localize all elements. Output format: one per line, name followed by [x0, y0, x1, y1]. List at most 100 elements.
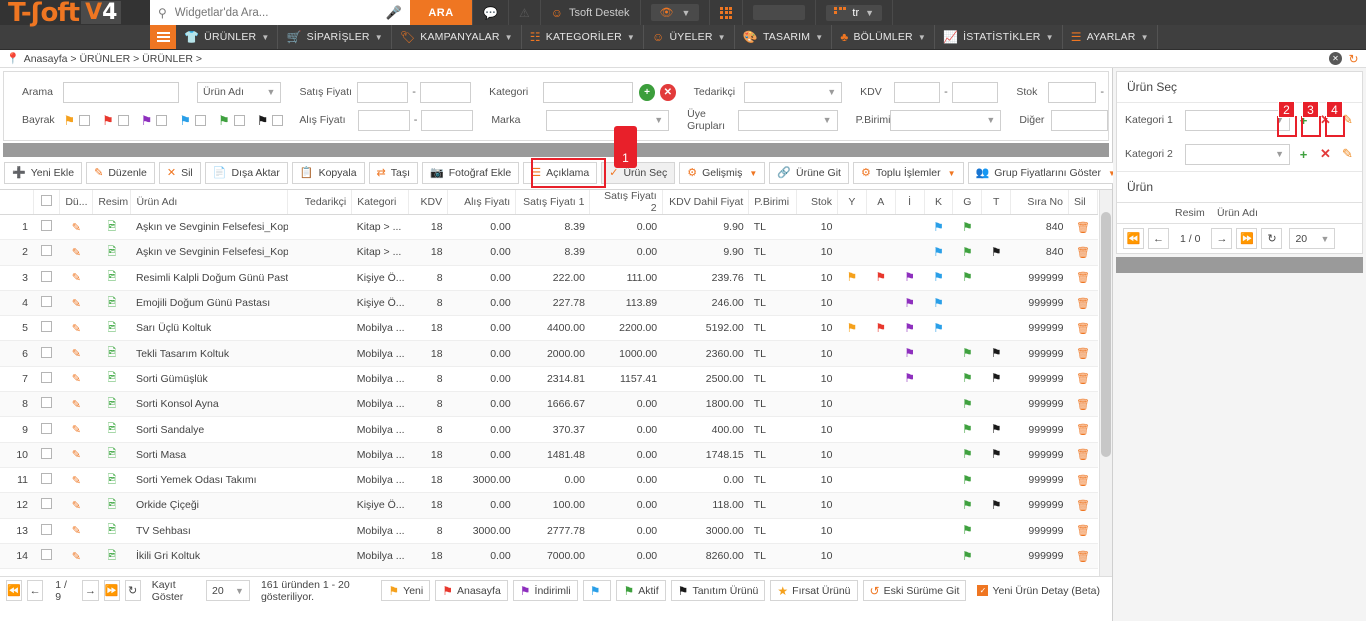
- cell-flag-k[interactable]: [924, 442, 953, 468]
- cell-flag-i[interactable]: ⚑: [895, 290, 925, 317]
- checkbox[interactable]: [40, 245, 52, 257]
- cell-flag-a[interactable]: [866, 366, 896, 393]
- prev-page-button[interactable]: ←: [27, 580, 44, 601]
- cell-flag-y[interactable]: [837, 518, 867, 544]
- cell-flag-a[interactable]: [866, 290, 896, 317]
- cell-flag-k[interactable]: [924, 492, 953, 519]
- trash-icon[interactable]: 🗑: [1076, 348, 1090, 360]
- trash-icon[interactable]: 🗑: [1076, 424, 1090, 436]
- cell-flag-g[interactable]: ⚑: [952, 391, 982, 418]
- arama-input[interactable]: [62, 81, 180, 103]
- cell-flag-k[interactable]: ⚑: [924, 239, 953, 266]
- cell-flag-k[interactable]: [924, 543, 953, 570]
- cell-delete[interactable]: 🗑: [1068, 492, 1098, 519]
- aciklama-button[interactable]: ☰ Açıklama: [523, 162, 598, 184]
- warnings-button[interactable]: ⚠: [509, 0, 541, 25]
- rp-next-page-button[interactable]: →: [1211, 228, 1233, 249]
- cell-flag-y[interactable]: ⚑: [837, 265, 867, 291]
- cell-image[interactable]: 🖻: [92, 467, 131, 494]
- pencil-icon[interactable]: ✎: [72, 449, 81, 461]
- kategori-add-icon[interactable]: +: [639, 83, 655, 101]
- checkbox[interactable]: [272, 114, 284, 126]
- th-resim[interactable]: Resim: [92, 190, 132, 215]
- kdv-max-input[interactable]: [951, 81, 999, 103]
- bayrak-filter-black[interactable]: ⚑: [257, 114, 284, 127]
- flag-icon[interactable]: ⚑: [875, 270, 886, 284]
- table-row[interactable]: 9 ✎ 🖻 Sorti Sandalye Mobilya ... 8 0.00 370.37 0…: [0, 416, 1098, 443]
- legend-tanitim-urunu-button[interactable]: ⚑ Tanıtım Ürünü: [670, 580, 766, 601]
- alis-max-input[interactable]: [421, 109, 474, 131]
- th-flag-g[interactable]: G: [952, 190, 983, 215]
- satis-max-input[interactable]: [419, 81, 472, 103]
- th-sira-no[interactable]: Sıra No: [1010, 190, 1069, 215]
- flag-icon[interactable]: ⚑: [904, 371, 915, 385]
- legend-indirimli-button[interactable]: ⚑ İndirimli: [512, 580, 578, 601]
- rp-first-page-button[interactable]: ⏪: [1123, 228, 1144, 249]
- cell-flag-y[interactable]: [837, 416, 867, 443]
- kategori2-edit-icon[interactable]: ✎: [1339, 146, 1356, 162]
- first-page-button[interactable]: ⏪: [6, 580, 23, 601]
- table-row[interactable]: 3 ✎ 🖻 Resimli Kalpli Doğum Günü Past... Kişi…: [0, 265, 1098, 291]
- cell-flag-k[interactable]: ⚑: [924, 315, 953, 342]
- cell-flag-i[interactable]: [895, 442, 925, 468]
- global-search[interactable]: ⚲ 🎤: [150, 0, 410, 25]
- cell-select[interactable]: [33, 366, 60, 393]
- image-icon[interactable]: 🖻: [107, 398, 116, 410]
- table-row[interactable]: 11 ✎ 🖻 Sorti Yemek Odası Takımı Mobilya ... 1…: [0, 467, 1098, 494]
- cell-flag-y[interactable]: ⚑: [837, 315, 867, 342]
- cell-image[interactable]: 🖻: [92, 340, 131, 367]
- menu-item-kampanyalar[interactable]: 🏷 KAMPANYALAR ▼: [392, 25, 522, 49]
- cell-flag-i[interactable]: [895, 391, 925, 418]
- gelismis-button[interactable]: ⚙ Gelişmiş ▼: [679, 162, 766, 184]
- cell-flag-k[interactable]: [924, 467, 953, 494]
- table-row[interactable]: 5 ✎ 🖻 Sarı Üçlü Koltuk Mobilya ... 18 0.00 4400…: [0, 315, 1098, 342]
- rp-refresh-button[interactable]: ↻: [1261, 228, 1283, 249]
- cell-flag-a[interactable]: [866, 543, 896, 570]
- cell-edit[interactable]: ✎: [59, 391, 93, 418]
- th-stok[interactable]: Stok: [796, 190, 838, 215]
- menu-item-ayarlar[interactable]: ☰ AYARLAR ▼: [1063, 25, 1158, 49]
- cell-delete[interactable]: 🗑: [1068, 543, 1098, 570]
- cell-edit[interactable]: ✎: [59, 416, 93, 443]
- cell-edit[interactable]: ✎: [59, 214, 93, 241]
- checkbox[interactable]: [233, 114, 245, 126]
- flag-icon[interactable]: ⚑: [991, 447, 1002, 461]
- flag-icon[interactable]: ⚑: [933, 296, 944, 310]
- language-dropdown[interactable]: tr ▼: [826, 4, 883, 21]
- legend-anasayfa-button[interactable]: ⚑ Anasayfa: [435, 580, 508, 601]
- cell-flag-g[interactable]: ⚑: [952, 543, 982, 570]
- pencil-icon[interactable]: ✎: [72, 551, 81, 563]
- cell-delete[interactable]: 🗑: [1068, 290, 1098, 317]
- cell-select[interactable]: [33, 265, 60, 291]
- checkbox[interactable]: [40, 397, 52, 409]
- cell-image[interactable]: 🖻: [92, 543, 131, 570]
- cell-flag-i[interactable]: [895, 239, 925, 266]
- cell-image[interactable]: 🖻: [92, 265, 131, 291]
- flag-icon[interactable]: ⚑: [904, 270, 915, 284]
- cell-flag-g[interactable]: ⚑: [952, 467, 982, 494]
- cell-flag-t[interactable]: ⚑: [981, 366, 1011, 393]
- flag-icon[interactable]: ⚑: [847, 321, 858, 335]
- kategori2-add-icon[interactable]: +: [1295, 147, 1312, 162]
- bayrak-filter-purple[interactable]: ⚑: [141, 114, 168, 127]
- cell-flag-k[interactable]: [924, 391, 953, 418]
- th-tedarikci[interactable]: Tedarikçi: [287, 190, 353, 215]
- th-kategori[interactable]: Kategori: [351, 190, 409, 215]
- cell-flag-t[interactable]: [981, 543, 1011, 570]
- flag-icon[interactable]: ⚑: [847, 270, 858, 284]
- checkbox[interactable]: [40, 296, 52, 308]
- cell-flag-a[interactable]: [866, 340, 896, 367]
- next-page-button[interactable]: →: [82, 580, 99, 601]
- chat-button[interactable]: 💬: [472, 0, 509, 25]
- tedarikci-select[interactable]: ▼: [743, 81, 843, 103]
- cell-flag-t[interactable]: [981, 467, 1011, 494]
- sil-button[interactable]: ✕ Sil: [158, 162, 201, 184]
- image-icon[interactable]: 🖻: [107, 347, 116, 359]
- tasi-button[interactable]: ⇄ Taşı: [368, 162, 419, 184]
- checkbox[interactable]: [40, 523, 52, 535]
- cell-flag-a[interactable]: [866, 391, 896, 418]
- cell-flag-i[interactable]: [895, 416, 925, 443]
- cell-image[interactable]: 🖻: [92, 366, 131, 393]
- trash-icon[interactable]: 🗑: [1076, 373, 1090, 385]
- menu-item-kategoriler[interactable]: ☷ KATEGORİLER ▼: [522, 25, 644, 49]
